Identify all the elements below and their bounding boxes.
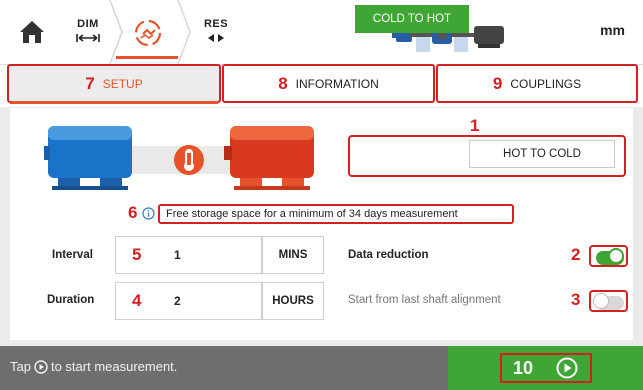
duration-label: Duration bbox=[47, 294, 95, 306]
info-icon bbox=[142, 207, 155, 225]
nav-dim-button[interactable]: DIM bbox=[66, 14, 110, 52]
storage-info-text: Free storage space for a minimum of 34 d… bbox=[158, 204, 514, 224]
hint-before-text: Tap bbox=[10, 359, 31, 374]
play-circle-icon bbox=[556, 357, 578, 379]
annotation-number: 8 bbox=[278, 73, 288, 93]
toggle-knob bbox=[608, 248, 624, 264]
annotation-number: 6 bbox=[128, 203, 138, 222]
nav-res-label: RES bbox=[203, 17, 229, 30]
annotation-number: 1 bbox=[470, 116, 480, 135]
duration-value: 2 bbox=[174, 294, 181, 308]
tab-couplings[interactable]: 9 COUPLINGS bbox=[436, 64, 638, 103]
annotation-number: 7 bbox=[85, 73, 95, 93]
duration-input[interactable]: 4 2 bbox=[115, 282, 262, 320]
start-from-last-label: Start from last shaft alignment bbox=[348, 294, 501, 306]
annotation-number: 10 bbox=[512, 357, 534, 378]
tab-setup[interactable]: 7 SETUP bbox=[7, 64, 221, 103]
nav-res-button[interactable]: RES bbox=[196, 14, 236, 52]
hint-after-text: to start measurement. bbox=[50, 359, 178, 374]
start-from-last-toggle[interactable] bbox=[589, 290, 628, 312]
toggle-knob bbox=[593, 293, 609, 309]
tab-information[interactable]: 8 INFORMATION bbox=[222, 64, 435, 103]
interval-value: 1 bbox=[174, 248, 181, 262]
nav-thermal-button[interactable] bbox=[122, 8, 174, 58]
home-icon bbox=[20, 21, 44, 43]
tab-couplings-label: COUPLINGS bbox=[510, 76, 582, 91]
duration-unit: HOURS bbox=[262, 282, 324, 320]
play-circle-icon bbox=[34, 359, 48, 374]
cold-to-hot-illustration bbox=[44, 120, 324, 196]
interval-unit: MINS bbox=[262, 236, 324, 274]
start-measurement-button[interactable]: 10 bbox=[448, 346, 643, 390]
cold-to-hot-button[interactable]: COLD TO HOT bbox=[355, 5, 469, 33]
hot-to-cold-button[interactable]: HOT TO COLD bbox=[469, 140, 615, 168]
interval-input[interactable]: 5 1 bbox=[115, 236, 262, 274]
dimension-arrow-icon bbox=[76, 30, 100, 48]
annotation-number: 4 bbox=[132, 291, 142, 310]
annotation-number: 2 bbox=[571, 245, 581, 264]
active-nav-underline bbox=[116, 56, 178, 59]
unit-label: mm bbox=[600, 22, 625, 38]
results-arrow-icon bbox=[206, 30, 226, 48]
thermal-growth-icon bbox=[134, 19, 162, 47]
annotation-number: 3 bbox=[571, 290, 581, 309]
data-reduction-toggle[interactable] bbox=[589, 245, 628, 267]
start-hint: Tap to start measurement. bbox=[10, 359, 177, 374]
tab-setup-label: SETUP bbox=[102, 76, 143, 91]
home-button[interactable] bbox=[14, 12, 50, 52]
interval-label: Interval bbox=[52, 249, 93, 261]
active-tab-underline bbox=[10, 101, 218, 104]
data-reduction-label: Data reduction bbox=[348, 249, 429, 261]
annotation-number: 5 bbox=[132, 245, 142, 264]
annotation-number: 9 bbox=[492, 73, 503, 93]
start-annotation-box: 10 bbox=[499, 353, 592, 383]
nav-dim-label: DIM bbox=[77, 17, 99, 30]
tab-information-label: INFORMATION bbox=[295, 76, 379, 91]
nav-chevron-divider bbox=[177, 0, 191, 64]
